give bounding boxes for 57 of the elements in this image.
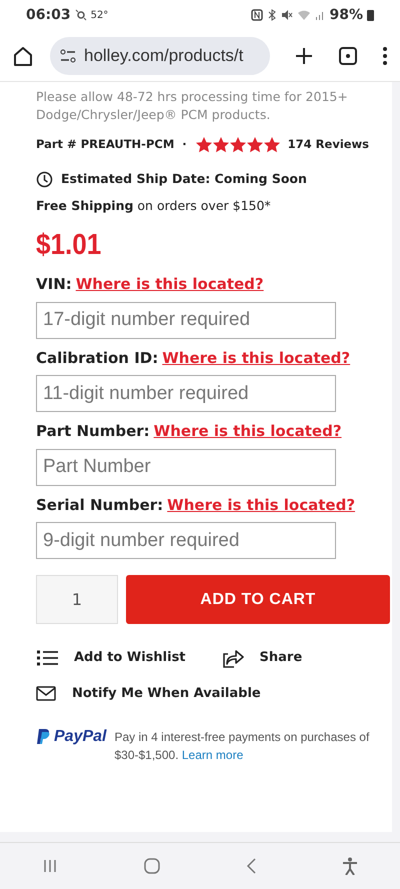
learn-more-link[interactable]: Learn more [182, 748, 244, 762]
notify-button[interactable]: Notify Me When Available [72, 684, 261, 704]
location-link[interactable]: Where is this located? [167, 494, 356, 516]
share-button[interactable]: Share [260, 648, 302, 668]
field-label: Calibration ID: [36, 348, 158, 368]
share-icon [222, 648, 244, 668]
list-icon [36, 650, 58, 666]
location-link[interactable]: Where is this located? [154, 420, 342, 442]
status-time: 06:03 [26, 6, 71, 24]
paypal-icon [36, 728, 50, 745]
accessibility-icon[interactable] [342, 856, 358, 874]
input-field[interactable]: 17-digit number required [36, 302, 336, 338]
battery-icon [367, 9, 374, 21]
site-settings-icon [60, 48, 76, 62]
plus-icon[interactable] [294, 46, 314, 66]
processing-notice: Please allow 48-72 hrs processing time for 2015+ Dodge/Chrysler/Jeep® PCM products. [36, 88, 349, 124]
field-label: VIN: [36, 274, 72, 295]
temperature: 52° [90, 8, 108, 22]
signal-icon [315, 9, 326, 21]
home-button-icon[interactable] [142, 856, 161, 874]
input-field[interactable]: 11-digit number required [36, 375, 336, 412]
wishlist-button[interactable]: Add to Wishlist [74, 648, 186, 668]
mute-icon [281, 9, 294, 21]
quantity-field[interactable]: 1 [36, 575, 118, 624]
location-link[interactable]: Where is this located? [76, 273, 264, 296]
star-icon [228, 136, 246, 154]
star-icon [194, 136, 212, 154]
menu-icon[interactable] [382, 46, 388, 66]
bluetooth-icon [267, 9, 278, 21]
home-icon[interactable] [12, 44, 34, 66]
paypal-text: Pay in 4 interest-free payments on purchases of $30-$1,500. Learn more [114, 728, 370, 764]
battery-level: 98% [329, 6, 363, 24]
wifi-icon [297, 9, 312, 21]
part-number: Part # PREAUTH-PCM [36, 136, 174, 154]
star-icon [212, 136, 229, 154]
field-label: Part Number: [36, 421, 150, 442]
recent-apps-icon[interactable] [42, 858, 58, 874]
price: $1.01 [36, 228, 102, 262]
url-bar[interactable]: holley.com/products/t [50, 36, 270, 74]
star-icon [246, 136, 263, 154]
ship-date: Estimated Ship Date: Coming Soon [61, 170, 307, 188]
separator: · [182, 136, 187, 154]
field-label: Serial Number: [36, 494, 164, 516]
envelope-icon [36, 686, 56, 702]
reviews-link[interactable]: 174 Reviews [288, 136, 370, 154]
paypal-logo: PayPal [54, 728, 106, 746]
url-text: holley.com/products/t [84, 44, 244, 67]
input-field[interactable]: 9-digit number required [36, 522, 336, 559]
clock-icon [36, 170, 53, 188]
tab-switcher-icon[interactable] [338, 46, 358, 66]
back-icon[interactable] [245, 856, 258, 874]
nfc-icon [251, 9, 264, 21]
add-to-cart-button[interactable]: ADD TO CART [126, 575, 390, 624]
star-icon [262, 136, 280, 154]
shipping-info: Free Shipping on orders over $150* [36, 196, 272, 215]
location-link[interactable]: Where is this located? [162, 346, 350, 369]
input-field[interactable]: Part Number [36, 448, 336, 486]
